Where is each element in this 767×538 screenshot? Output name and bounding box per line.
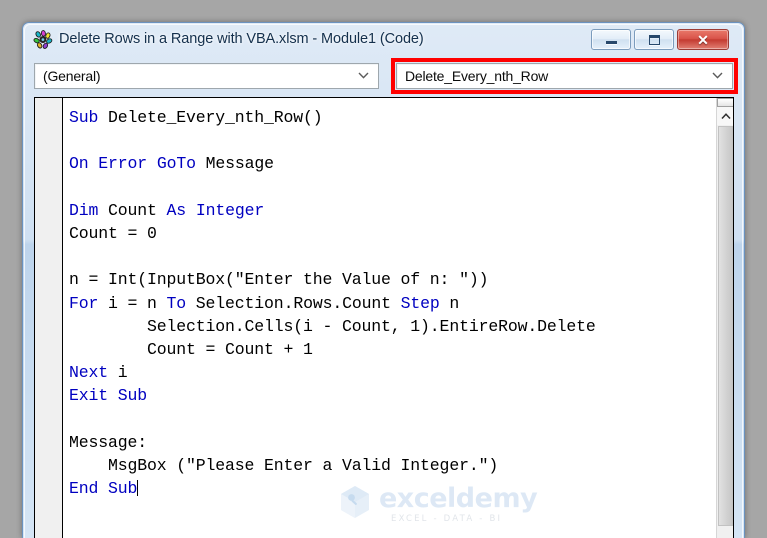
- minimize-icon: [592, 30, 630, 49]
- title-bar[interactable]: Delete Rows in a Range with VBA.xlsm - M…: [23, 23, 744, 57]
- procedure-dropdown-value: Delete_Every_nth_Row: [405, 68, 549, 84]
- vba-module-icon: [33, 30, 53, 50]
- window-title: Delete Rows in a Range with VBA.xlsm - M…: [59, 31, 424, 47]
- code-editor-pane[interactable]: Sub Delete_Every_nth_Row() On Error GoTo…: [34, 97, 734, 538]
- watermark-tagline: EXCEL - DATA - BI: [391, 514, 503, 524]
- chevron-up-icon: [720, 107, 731, 125]
- close-button[interactable]: ✕: [677, 29, 729, 50]
- procedure-dropdown[interactable]: Delete_Every_nth_Row: [396, 63, 733, 89]
- close-glyph: ✕: [697, 31, 709, 48]
- vba-code[interactable]: Sub Delete_Every_nth_Row() On Error GoTo…: [69, 106, 596, 500]
- vertical-scrollbar[interactable]: [716, 98, 733, 538]
- code-pane-toolbar: (General) Delete_Every_nth_Row: [23, 57, 744, 97]
- scroll-up-button[interactable]: [717, 107, 733, 125]
- chevron-down-icon[interactable]: [358, 72, 369, 79]
- chevron-down-icon[interactable]: [712, 72, 723, 79]
- code-text-surface[interactable]: Sub Delete_Every_nth_Row() On Error GoTo…: [64, 98, 716, 538]
- maximize-icon: [635, 30, 673, 49]
- close-icon: ✕: [678, 30, 728, 49]
- maximize-button[interactable]: [634, 29, 674, 50]
- minimize-button[interactable]: [591, 29, 631, 50]
- margin-indicator-bar[interactable]: [35, 98, 63, 538]
- vba-code-window: Delete Rows in a Range with VBA.xlsm - M…: [22, 22, 745, 538]
- object-dropdown-value: (General): [43, 68, 101, 84]
- splitter-handle[interactable]: [717, 98, 733, 107]
- object-dropdown[interactable]: (General): [34, 63, 379, 89]
- scrollbar-thumb[interactable]: [718, 126, 733, 526]
